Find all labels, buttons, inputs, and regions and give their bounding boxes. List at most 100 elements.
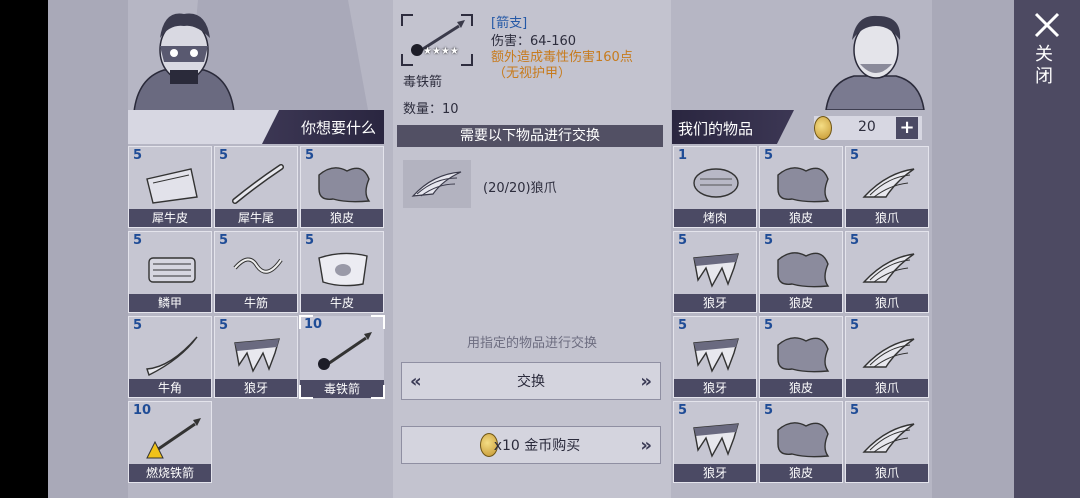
item-name: 毒铁箭 [403,75,443,90]
our-title-tab: 我们的物品 [672,110,794,144]
wolf-fang-icon [234,338,280,373]
our-item-slot[interactable]: 5 狼牙 [673,401,757,483]
item-label: 燃烧铁箭 [129,464,211,482]
buy-with-gold-button[interactable]: x10 金币购买 » [401,426,661,464]
our-item-slot[interactable]: 5 狼皮 [759,316,843,398]
item-label: 狼牙 [674,464,756,482]
our-item-slot[interactable]: 5 狼爪 [845,316,929,398]
wolf-claw-icon [862,168,915,198]
our-header: 我们的物品 20 + [672,110,930,144]
our-item-slot[interactable]: 1 烤肉 [673,146,757,228]
item-category: [箭支] [491,16,528,31]
wolf-claw-icon [862,423,915,453]
item-label: 狼爪 [846,294,928,312]
our-item-slot[interactable]: 5 狼爪 [845,231,929,313]
our-item-slot[interactable]: 5 狼牙 [673,316,757,398]
poison-arrow-icon [411,20,465,56]
item-quantity: 数量：10 [403,102,459,117]
want-item-slot[interactable]: 5 犀牛尾 [214,146,298,228]
selection-corner [371,315,385,329]
poison-arrow-icon [318,332,372,370]
item-label: 牛角 [129,379,211,397]
our-item-slot[interactable]: 5 狼皮 [759,146,843,228]
need-item-slot[interactable] [403,160,471,208]
need-item-label: (20/20)狼爪 [483,181,557,196]
add-gold-button[interactable]: + [896,117,918,139]
wolf-claw-icon [862,338,915,368]
our-item-slot[interactable]: 5 狼皮 [759,401,843,483]
merchant-portrait [825,15,925,110]
item-label: 烤肉 [674,209,756,227]
wolf-pelt-icon [777,252,830,288]
horn-icon [146,336,198,376]
want-item-slot[interactable]: 5 狼皮 [300,146,384,228]
fire-arrow-icon [146,418,201,459]
gold-coin-icon [814,116,832,140]
selection-corner [371,385,385,399]
want-title: 你想要什么 [300,119,376,137]
item-label: 狼爪 [846,379,928,397]
item-label: 狼牙 [215,379,297,397]
selection-corner [299,315,313,329]
customer-portrait [133,13,235,112]
scale-armor-icon [148,257,196,283]
arrow-right-icon: » [640,435,652,456]
item-extra-note: （无视护甲） [493,66,572,81]
close-label: 关闭 [1035,44,1053,87]
selection-corner [299,385,313,399]
close-sidebar[interactable]: 关闭 [1014,0,1080,498]
wolf-claw-icon [862,253,915,283]
gold-amount: 20 [858,119,876,135]
our-item-slot[interactable]: 5 狼爪 [845,401,929,483]
wolf-fang-icon [693,253,739,288]
item-label: 牛皮 [301,294,383,312]
our-item-slot[interactable]: 5 狼爪 [845,146,929,228]
item-label: 狼爪 [846,464,928,482]
item-label: 狼皮 [760,379,842,397]
item-label: 鳞甲 [129,294,211,312]
detail-panel: ★★★★ [箭支] 伤害：64-160 额外造成毒性伤害160点 （无视护甲） … [393,0,671,498]
item-label: 牛筋 [215,294,297,312]
wolf-pelt-icon [777,167,830,203]
selected-item-frame: ★★★★ [401,14,473,66]
game-screen: 你想要什么 5 犀牛皮 5 犀牛尾 5 狼皮 5 鳞甲 5 牛筋 5 牛皮 5 牛角 5 狼牙 10 毒铁箭 10 燃… [0,0,1080,498]
close-icon [1034,12,1060,38]
wolf-claw-icon [411,171,462,197]
want-item-slot[interactable]: 5 牛皮 [300,231,384,313]
want-item-slot[interactable]: 5 牛筋 [214,231,298,313]
want-item-slot[interactable]: 5 犀牛皮 [128,146,212,228]
want-item-slot[interactable]: 5 狼牙 [214,316,298,398]
arrow-right-icon: » [640,371,652,392]
item-label: 狼皮 [301,209,383,227]
item-label: 犀牛尾 [215,209,297,227]
cowhide-icon [318,252,368,287]
want-item-slot[interactable]: 10 毒铁箭 [299,315,385,399]
wolf-pelt-icon [318,167,371,203]
wolf-fang-icon [693,338,739,373]
item-label: 狼皮 [760,294,842,312]
want-item-slot[interactable]: 5 鳞甲 [128,231,212,313]
exchange-button[interactable]: « 交换 » [401,362,661,400]
rhino-hide-icon [146,168,198,204]
exchange-hint: 用指定的物品进行交换 [466,336,597,351]
sinew-icon [233,257,283,274]
wolf-pelt-icon [777,337,830,373]
gold-counter: 20 + [814,116,922,140]
our-title: 我们的物品 [678,120,754,138]
item-label: 狼牙 [674,379,756,397]
want-item-slot[interactable]: 5 牛角 [128,316,212,398]
buy-label: x10 金币购买 [493,438,581,454]
item-label: 狼皮 [760,209,842,227]
want-item-slot[interactable]: 10 燃烧铁箭 [128,401,212,483]
want-title-tab: 你想要什么 [262,110,384,144]
our-item-slot[interactable]: 5 狼牙 [673,231,757,313]
our-item-slot[interactable]: 5 狼皮 [759,231,843,313]
exchange-label: 交换 [517,374,545,390]
wolf-fang-icon [693,423,739,458]
item-label: 狼爪 [846,209,928,227]
item-stars: ★★★★ [423,46,459,57]
wolf-pelt-icon [777,422,830,458]
rhino-tail-icon [232,164,284,204]
item-label: 犀牛皮 [129,209,211,227]
item-label: 狼牙 [674,294,756,312]
